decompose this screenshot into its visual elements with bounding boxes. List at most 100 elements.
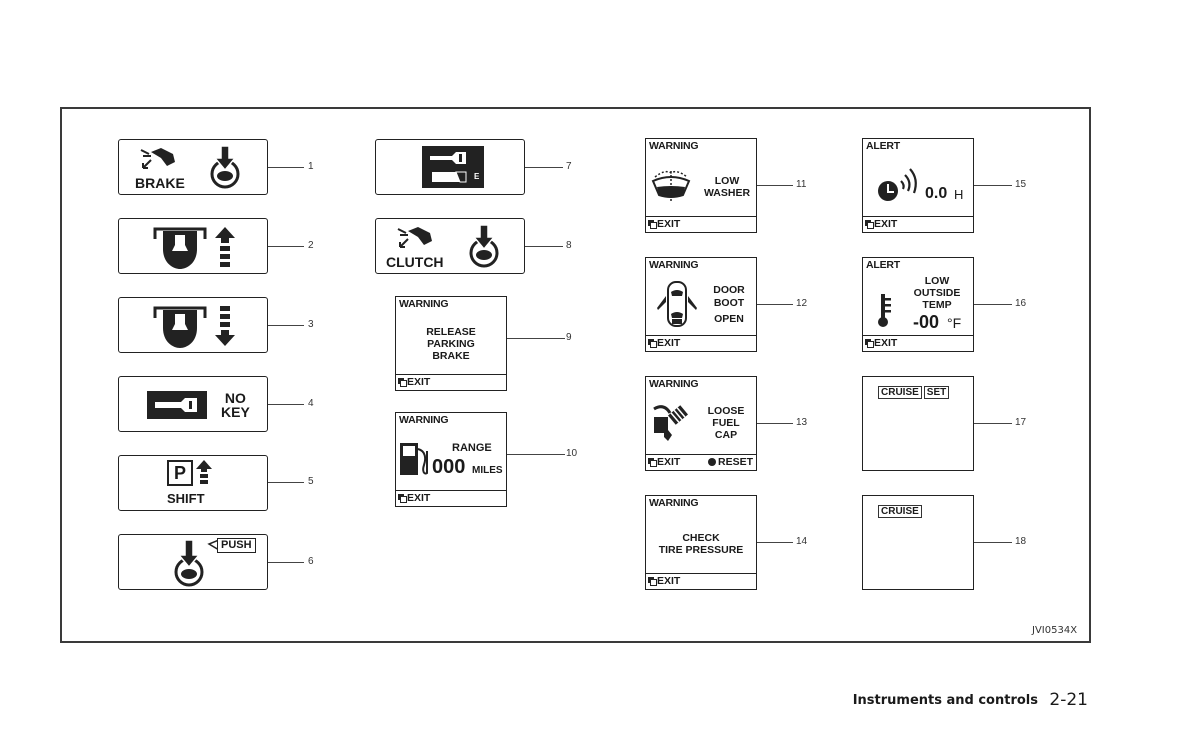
push-button-icon (174, 539, 204, 587)
screen-header: WARNING (399, 298, 449, 310)
screen-header: WARNING (649, 140, 699, 152)
leader-line (268, 325, 304, 326)
car-doors-open-icon (657, 281, 697, 327)
screen-footer: EXIT RESET (646, 454, 756, 470)
exit-control: EXIT (865, 218, 897, 230)
message-line: BOOT (713, 297, 745, 309)
screen-footer: EXIT (863, 216, 973, 232)
message-line: TIRE PRESSURE (658, 544, 744, 556)
leader-line (525, 246, 563, 247)
screen-header: WARNING (649, 497, 699, 509)
indicator-label: SHIFT (167, 491, 205, 506)
steering-lock-icon (153, 306, 207, 348)
leader-line (268, 167, 304, 168)
screen-message: LOW WASHER (698, 175, 756, 199)
message-line: RELEASE (426, 326, 476, 338)
screen-cruise-set: CRUISE SET (862, 376, 974, 471)
callout-number: 18 (1015, 536, 1027, 547)
exit-icon (865, 220, 874, 229)
leader-line (507, 338, 565, 339)
range-value: 000 (432, 456, 466, 478)
brake-pedal-hand-icon (140, 148, 175, 169)
timer-alarm-icon (878, 168, 917, 201)
leader-line (507, 454, 565, 455)
key-icon (147, 391, 207, 419)
screen-header: ALERT (866, 259, 900, 271)
callout-number: 4 (308, 398, 314, 409)
arrow-up-icon (196, 460, 212, 484)
screen-door-boot-open: WARNING DOOR BOOT OPEN EXIT (645, 257, 757, 352)
screen-footer: EXIT (396, 374, 506, 390)
callout-number: 2 (308, 240, 314, 251)
message-line: LOW (924, 275, 950, 287)
callout-number: 12 (796, 298, 808, 309)
arrow-up-icon (215, 227, 235, 267)
leader-line (757, 542, 793, 543)
indicator-label: BRAKE (135, 175, 185, 191)
exit-control: EXIT (648, 456, 680, 468)
message-line: OUTSIDE (913, 287, 961, 299)
range-unit: MILES (472, 465, 503, 476)
screen-fuel-range: WARNING RANGE 000 MILES EXIT (395, 412, 507, 507)
message-line: DOOR (713, 284, 745, 296)
message-line: CHECK (682, 532, 720, 544)
exit-control: EXIT (398, 376, 430, 388)
figure-reference: JVI0534X (1032, 625, 1078, 636)
screen-header: WARNING (399, 414, 449, 426)
screen-loose-fuel-cap: WARNING LOOSE FUEL CAP EXIT RESET (645, 376, 757, 471)
leader-line (268, 482, 304, 483)
leader-line (757, 423, 793, 424)
message-line: LOOSE (707, 405, 745, 417)
arrow-down-icon (215, 306, 235, 346)
indicator-key-battery-low: E (375, 139, 525, 195)
exit-control: EXIT (398, 492, 430, 504)
callout-number: 6 (308, 556, 314, 567)
indicator-label-line2: KEY (221, 404, 250, 420)
exit-control: EXIT (865, 337, 897, 349)
leader-line (525, 167, 563, 168)
message-line: TEMP (922, 299, 952, 311)
push-bubble: PUSH (217, 538, 256, 553)
message-line: OPEN (714, 313, 744, 325)
screen-check-tire-pressure: WARNING CHECK TIRE PRESSURE EXIT (645, 495, 757, 590)
callout-number: 13 (796, 417, 808, 428)
indicator-no-key: NO KEY (118, 376, 268, 432)
leader-line (974, 542, 1012, 543)
screen-message: RELEASE PARKING BRAKE (396, 326, 506, 362)
steering-lock-icon (153, 227, 207, 269)
screen-release-parking-brake: WARNING RELEASE PARKING BRAKE EXIT (395, 296, 507, 391)
set-tag: SET (923, 386, 950, 399)
leader-line (268, 562, 304, 563)
leader-line (974, 423, 1012, 424)
callout-number: 1 (308, 161, 314, 172)
message-line: CAP (714, 429, 738, 441)
exit-control: EXIT (648, 337, 680, 349)
fuel-cap-icon (653, 405, 688, 441)
section-title: Instruments and controls (852, 693, 1038, 708)
leader-line (757, 185, 793, 186)
callout-number: 10 (566, 448, 578, 459)
screen-timer-alert: ALERT 0.0 H EXIT (862, 138, 974, 233)
leader-line (268, 404, 304, 405)
reset-control: RESET (707, 456, 753, 468)
screen-low-washer: WARNING LOW WASHER EXIT (645, 138, 757, 233)
callout-number: 3 (308, 319, 314, 330)
exit-icon (398, 494, 407, 503)
message-line: PARKING (427, 338, 475, 350)
callout-number: 16 (1015, 298, 1027, 309)
page-number: 2-21 (1049, 690, 1088, 710)
callout-number: 14 (796, 536, 808, 547)
screen-message: LOOSE FUEL CAP (696, 405, 756, 441)
callout-number: 11 (796, 179, 807, 190)
exit-control: EXIT (648, 575, 680, 587)
callout-number: 7 (566, 161, 572, 172)
indicator-shift-to-park: P SHIFT (118, 455, 268, 511)
screen-header: WARNING (649, 259, 699, 271)
screen-message: LOW OUTSIDE TEMP (903, 275, 971, 311)
reset-dot-icon (707, 458, 716, 466)
cruise-tag: CRUISE (878, 505, 922, 518)
screen-footer: EXIT (646, 216, 756, 232)
screen-footer: EXIT (646, 573, 756, 589)
push-button-icon (469, 224, 499, 268)
cruise-tags: CRUISE (878, 501, 924, 519)
